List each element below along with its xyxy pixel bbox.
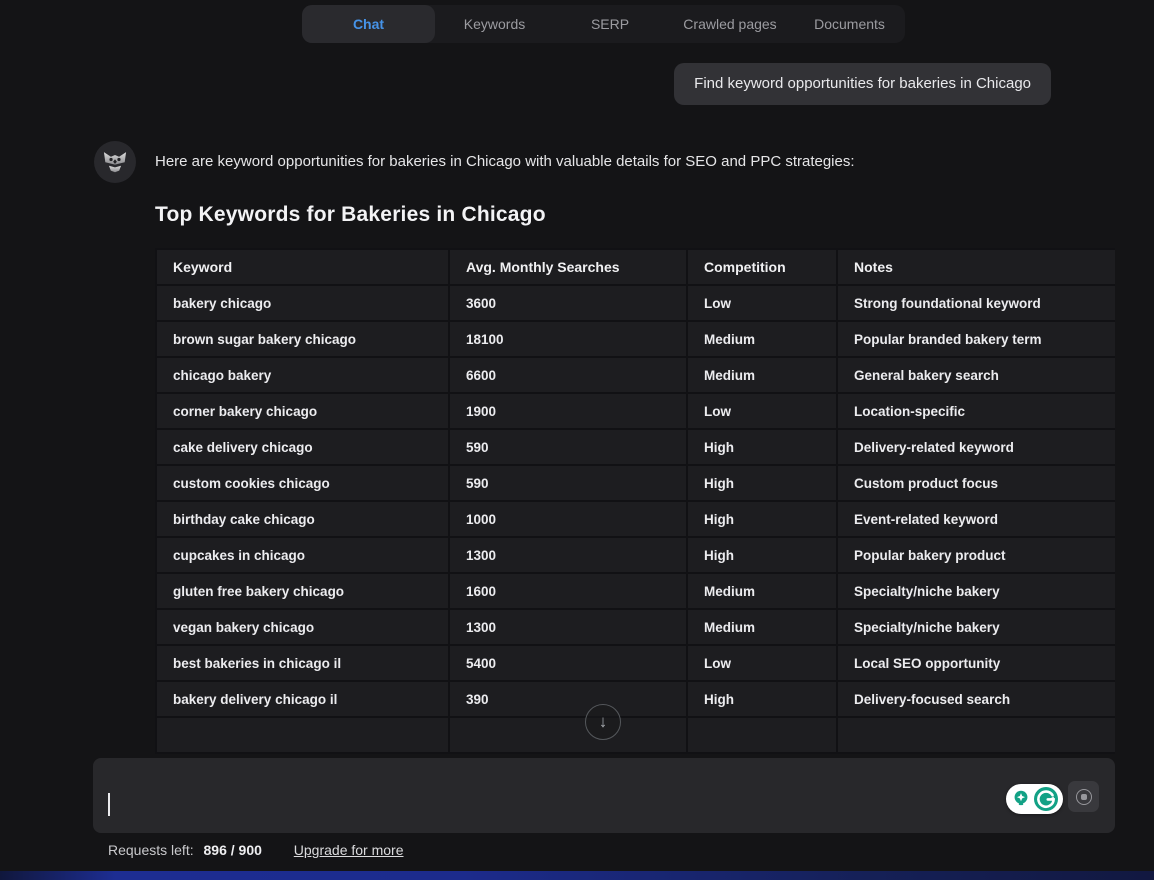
cell-searches: 390 <box>449 681 687 717</box>
cell-keyword: birthday cake chicago <box>156 501 449 537</box>
assistant-intro-text: Here are keyword opportunities for baker… <box>155 153 855 170</box>
cell-notes: Custom product focus <box>837 465 1115 501</box>
keyword-table: Keyword Avg. Monthly Searches Competitio… <box>155 248 1115 754</box>
cell-competition: High <box>687 681 837 717</box>
table-row: bakery chicago 3600 Low Strong foundatio… <box>156 285 1115 321</box>
cell-notes: General bakery search <box>837 357 1115 393</box>
cell-searches: 1300 <box>449 537 687 573</box>
table-row: bakery delivery chicago il 390 High Deli… <box>156 681 1115 717</box>
cell-keyword: bakery delivery chicago il <box>156 681 449 717</box>
scroll-to-bottom-button[interactable]: ↓ <box>585 704 621 740</box>
text-caret <box>108 793 110 816</box>
header-competition: Competition <box>687 249 837 285</box>
cell-notes: Popular bakery product <box>837 537 1115 573</box>
table-row-clipped <box>156 717 1115 753</box>
tab-serp[interactable]: SERP <box>554 5 666 43</box>
cell-competition: Low <box>687 393 837 429</box>
cell-competition: Medium <box>687 573 837 609</box>
cell-keyword: corner bakery chicago <box>156 393 449 429</box>
cell-searches: 6600 <box>449 357 687 393</box>
cell-keyword: brown sugar bakery chicago <box>156 321 449 357</box>
table-row: chicago bakery 6600 Medium General baker… <box>156 357 1115 393</box>
cell-competition: High <box>687 465 837 501</box>
cell-keyword: cupcakes in chicago <box>156 537 449 573</box>
cell-searches: 590 <box>449 465 687 501</box>
chat-input[interactable] <box>93 758 1115 833</box>
cell-searches: 5400 <box>449 645 687 681</box>
table-row: best bakeries in chicago il 5400 Low Loc… <box>156 645 1115 681</box>
taskbar-edge <box>0 871 1154 880</box>
cell-keyword: chicago bakery <box>156 357 449 393</box>
table-row: cake delivery chicago 590 High Delivery-… <box>156 429 1115 465</box>
table-row: corner bakery chicago 1900 Low Location-… <box>156 393 1115 429</box>
owl-logo-icon <box>101 148 129 176</box>
cell-keyword: vegan bakery chicago <box>156 609 449 645</box>
cell-searches: 18100 <box>449 321 687 357</box>
tab-crawled-pages[interactable]: Crawled pages <box>666 5 794 43</box>
cell-notes: Local SEO opportunity <box>837 645 1115 681</box>
cell-keyword: cake delivery chicago <box>156 429 449 465</box>
header-searches: Avg. Monthly Searches <box>449 249 687 285</box>
stop-circle-button[interactable] <box>1068 781 1099 812</box>
table-row: cupcakes in chicago 1300 High Popular ba… <box>156 537 1115 573</box>
tab-keywords[interactable]: Keywords <box>435 5 554 43</box>
cell-keyword: custom cookies chicago <box>156 465 449 501</box>
cell-notes: Popular branded bakery term <box>837 321 1115 357</box>
header-keyword: Keyword <box>156 249 449 285</box>
table-row: gluten free bakery chicago 1600 Medium S… <box>156 573 1115 609</box>
grammarly-g-icon[interactable] <box>1033 786 1059 812</box>
header-notes: Notes <box>837 249 1115 285</box>
cell-notes: Specialty/niche bakery <box>837 609 1115 645</box>
tab-chat[interactable]: Chat <box>302 5 435 43</box>
requests-left-label: Requests left: <box>108 842 194 858</box>
grammarly-widget[interactable] <box>1006 784 1063 814</box>
cell-notes: Event-related keyword <box>837 501 1115 537</box>
cell-competition: Medium <box>687 321 837 357</box>
cell-notes: Delivery-related keyword <box>837 429 1115 465</box>
cell-competition: Medium <box>687 357 837 393</box>
upgrade-link[interactable]: Upgrade for more <box>294 842 404 858</box>
table-header-row: Keyword Avg. Monthly Searches Competitio… <box>156 249 1115 285</box>
arrow-down-icon: ↓ <box>599 712 608 732</box>
table-heading: Top Keywords for Bakeries in Chicago <box>155 203 546 227</box>
cell-notes: Delivery-focused search <box>837 681 1115 717</box>
cell-searches: 3600 <box>449 285 687 321</box>
requests-left-value: 896 / 900 <box>204 842 262 858</box>
cell-keyword: gluten free bakery chicago <box>156 573 449 609</box>
cell-searches: 590 <box>449 429 687 465</box>
cell-competition: Low <box>687 285 837 321</box>
cell-notes: Specialty/niche bakery <box>837 573 1115 609</box>
table-row: vegan bakery chicago 1300 Medium Special… <box>156 609 1115 645</box>
footer-bar: Requests left: 896 / 900 Upgrade for mor… <box>108 842 404 858</box>
assistant-avatar <box>94 141 136 183</box>
cell-searches: 1000 <box>449 501 687 537</box>
cell-keyword: best bakeries in chicago il <box>156 645 449 681</box>
table-row: custom cookies chicago 590 High Custom p… <box>156 465 1115 501</box>
cell-competition: Low <box>687 645 837 681</box>
table-row: birthday cake chicago 1000 High Event-re… <box>156 501 1115 537</box>
stop-circle-icon <box>1076 789 1092 805</box>
cell-notes: Location-specific <box>837 393 1115 429</box>
cell-competition: High <box>687 537 837 573</box>
tab-documents[interactable]: Documents <box>794 5 905 43</box>
cell-competition: Medium <box>687 609 837 645</box>
cell-notes: Strong foundational keyword <box>837 285 1115 321</box>
cell-keyword: bakery chicago <box>156 285 449 321</box>
cell-searches: 1300 <box>449 609 687 645</box>
table-row: brown sugar bakery chicago 18100 Medium … <box>156 321 1115 357</box>
user-message-bubble: Find keyword opportunities for bakeries … <box>674 63 1051 105</box>
keyword-table-container: Keyword Avg. Monthly Searches Competitio… <box>155 248 1115 757</box>
cell-competition: High <box>687 429 837 465</box>
cell-searches: 1900 <box>449 393 687 429</box>
cell-searches: 1600 <box>449 573 687 609</box>
top-tabbar: Chat Keywords SERP Crawled pages Documen… <box>302 5 905 43</box>
lightbulb-icon[interactable] <box>1010 788 1032 810</box>
cell-competition: High <box>687 501 837 537</box>
